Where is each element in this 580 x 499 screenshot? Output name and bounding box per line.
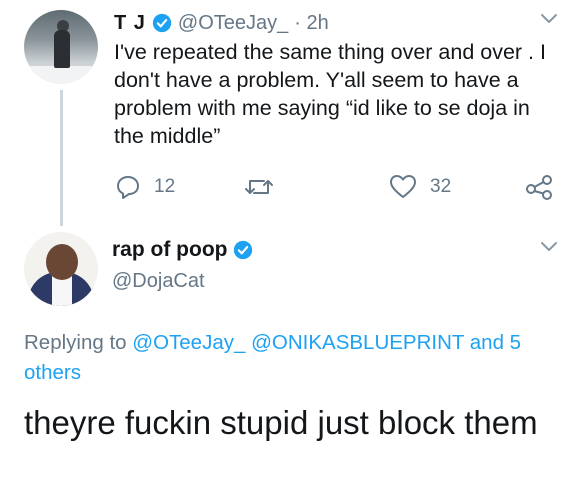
- retweet-button[interactable]: [244, 172, 274, 202]
- author-name[interactable]: rap of poop: [112, 238, 227, 262]
- share-button[interactable]: [524, 172, 554, 202]
- avatar-face: [46, 244, 78, 280]
- avatar-shirt: [52, 276, 72, 306]
- tweet-actions: 12 32: [114, 172, 564, 202]
- author-handle[interactable]: @OTeeJay_: [178, 12, 288, 35]
- avatar-background: [24, 66, 98, 84]
- replying-prefix: Replying to: [24, 331, 127, 354]
- reply-icon: [117, 176, 139, 199]
- share-icon: [526, 175, 552, 200]
- avatar[interactable]: [24, 10, 98, 84]
- tweet-text: theyre fuckin stupid just block them: [24, 404, 538, 441]
- mention-link[interactable]: @OTeeJay_: [132, 331, 245, 354]
- like-count: 32: [430, 176, 452, 197]
- chevron-down-icon[interactable]: [539, 240, 559, 254]
- tweet-text: I've repeated the same thing over and ov…: [114, 40, 546, 148]
- avatar-figure: [54, 30, 70, 68]
- reply-button[interactable]: 12: [114, 172, 175, 202]
- like-button[interactable]: 32: [388, 172, 451, 202]
- retweet-icon: [245, 180, 273, 194]
- chevron-down-icon[interactable]: [539, 12, 559, 26]
- replying-to: Replying to @OTeeJay_ @ONIKASBLUEPRINT a…: [24, 328, 564, 388]
- reply-count: 12: [154, 176, 176, 197]
- author-name[interactable]: T J: [114, 12, 146, 35]
- heart-icon: [390, 175, 416, 198]
- author-handle[interactable]: @DojaCat: [112, 270, 205, 293]
- avatar[interactable]: [24, 232, 98, 306]
- mention-link[interactable]: @ONIKASBLUEPRINT: [251, 331, 464, 354]
- tweet-header: T J @OTeeJay_ · 2h: [114, 10, 329, 36]
- verified-badge-icon: [152, 13, 172, 33]
- verified-badge-icon: [234, 240, 253, 260]
- tweet-header: rap of poop: [112, 238, 253, 262]
- thread-connector-line: [60, 90, 63, 226]
- original-tweet: T J @OTeeJay_ · 2h I've repeated the sam…: [0, 0, 580, 226]
- tweet-timestamp[interactable]: · 2h: [294, 12, 328, 35]
- reply-tweet: rap of poop @DojaCat Replying to @OTeeJa…: [0, 226, 580, 499]
